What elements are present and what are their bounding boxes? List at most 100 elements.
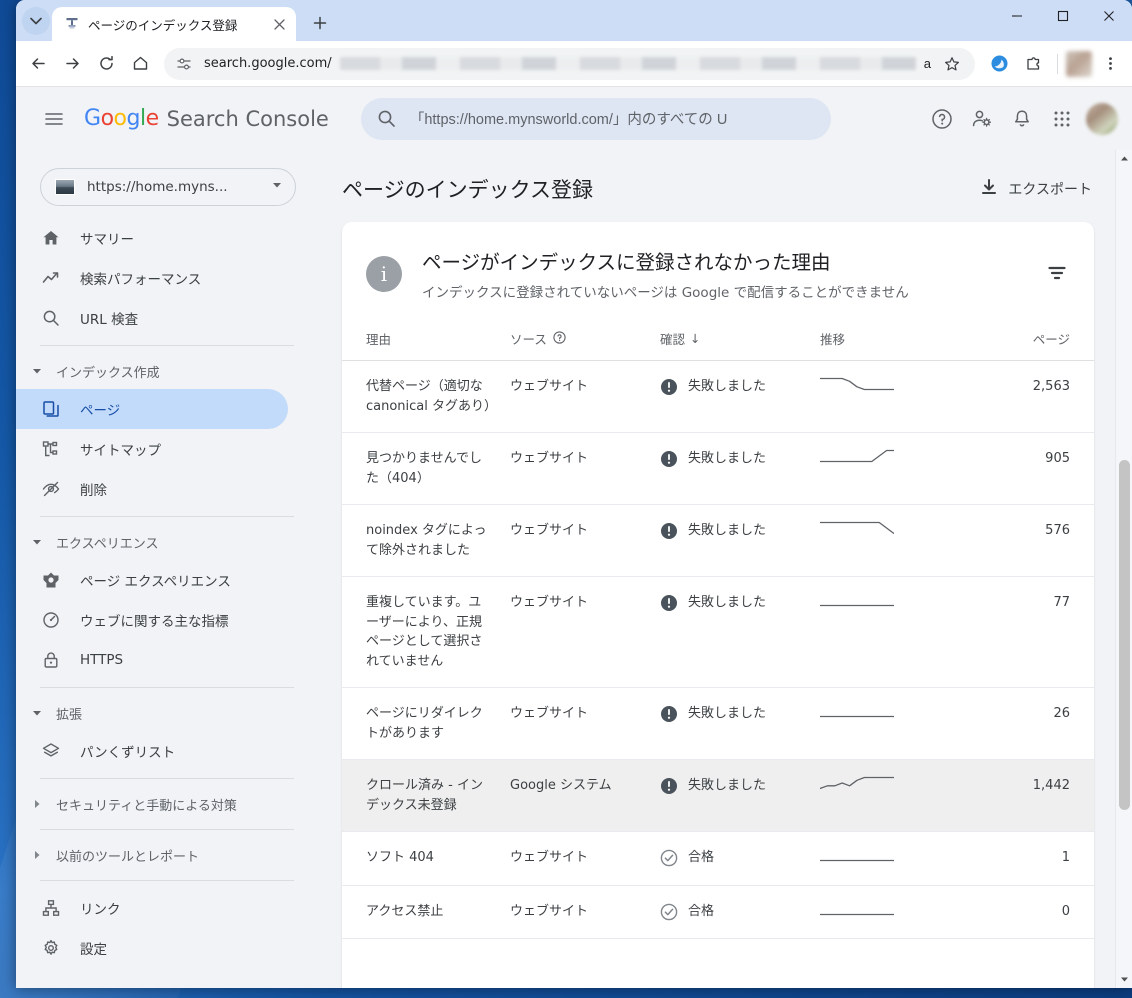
column-source[interactable]: ソース [502, 323, 652, 362]
cell-reason[interactable]: アクセス禁止 [342, 885, 502, 940]
column-reason[interactable]: 理由 [342, 323, 502, 362]
export-button[interactable]: エクスポート [980, 178, 1092, 200]
scroll-up-arrow[interactable] [1116, 150, 1132, 167]
column-pages[interactable]: ページ [962, 323, 1094, 362]
forward-icon[interactable] [56, 48, 88, 80]
chrome-menu-icon[interactable] [1094, 48, 1126, 80]
browser-toolbar: search.google.com/ a [16, 41, 1132, 87]
cell-reason[interactable]: クロール済み - インデックス未登録 [342, 759, 502, 833]
sidebar-item-links[interactable]: リンク [16, 888, 288, 928]
profile-avatar[interactable] [1086, 102, 1118, 135]
cell-reason[interactable]: noindex タグによって除外されました [342, 504, 502, 578]
cell-trend [812, 432, 962, 506]
scrollbar-thumb[interactable] [1119, 460, 1130, 810]
sidebar-divider [40, 880, 294, 881]
address-bar[interactable]: search.google.com/ a [164, 47, 975, 80]
table-row[interactable]: 代替ページ（適切な canonical タグあり） ウェブサイト 失敗しました 2,5… [342, 360, 1094, 434]
sidebar-item-pages[interactable]: ページ [16, 389, 288, 429]
fail-status-icon [661, 595, 677, 612]
sidebar-item-page-experience[interactable]: ページ エクスペリエンス [16, 560, 288, 600]
sidebar-item-core-web-vitals[interactable]: ウェブに関する主な指標 [16, 600, 288, 640]
sitemap-icon [40, 438, 62, 460]
minimize-button[interactable] [994, 0, 1040, 32]
sidebar-group-enhancements[interactable]: 拡張 [16, 695, 312, 731]
caret-down-icon [30, 364, 44, 378]
property-selector[interactable]: https://home.myns... [40, 168, 296, 206]
sidebar-group-experience[interactable]: エクスペリエンス [16, 524, 312, 560]
cell-source: ウェブサイト [502, 576, 652, 689]
scroll-down-arrow[interactable] [1116, 971, 1132, 988]
table-row[interactable]: noindex タグによって除外されました ウェブサイト 失敗しました 576 [342, 504, 1094, 578]
new-tab-button[interactable] [306, 9, 334, 37]
reload-icon[interactable] [90, 48, 122, 80]
sidebar-item-summary[interactable]: サマリー [16, 218, 288, 258]
chevron-down-icon[interactable] [271, 178, 283, 196]
close-window-button[interactable] [1086, 0, 1132, 32]
gear-icon [40, 937, 62, 959]
column-trend[interactable]: 推移 [812, 323, 962, 362]
sidebar-group-label: セキュリティと手動による対策 [56, 798, 237, 814]
help-circle-icon[interactable] [553, 331, 566, 347]
table-row[interactable]: ページにリダイレクトがあります ウェブサイト 失敗しました 26 [342, 687, 1094, 761]
table-row[interactable]: クロール済み - インデックス未登録 Google システム 失敗しました 1,442 [342, 759, 1094, 833]
sidebar-item-breadcrumbs[interactable]: パンくずリスト [16, 731, 288, 771]
trend-sparkline [819, 777, 895, 790]
cell-trend [812, 831, 962, 886]
sidebar-item-sitemaps[interactable]: サイトマップ [16, 429, 288, 469]
sidebar-group-indexing[interactable]: インデックス作成 [16, 353, 312, 389]
gsc-search-box[interactable]: 「https://home.mynsworld.com/」内のすべての U [360, 97, 831, 140]
cell-validation: 合格 [652, 885, 812, 940]
sidebar-item-label: パンくずリスト [80, 745, 176, 761]
browser-tab[interactable]: ページのインデックス登録 [52, 7, 296, 41]
close-icon[interactable] [270, 15, 288, 33]
cell-reason[interactable]: 代替ページ（適切な canonical タグあり） [342, 360, 502, 434]
sidebar-item-removals[interactable]: 削除 [16, 469, 288, 509]
cell-source: ウェブサイト [502, 885, 652, 940]
trend-sparkline [819, 522, 895, 535]
table-row[interactable]: 重複しています。ユーザーにより、正規ページとして選択されていません ウェブサイト 失… [342, 576, 1094, 689]
maximize-button[interactable] [1040, 0, 1086, 32]
extensions-puzzle-icon[interactable] [1017, 48, 1049, 80]
page-scrollbar[interactable] [1115, 150, 1132, 988]
back-icon[interactable] [22, 48, 54, 80]
cell-trend [812, 687, 962, 761]
profile-avatar-icon[interactable] [1066, 50, 1092, 77]
sidebar-item-search-performance[interactable]: 検索パフォーマンス [16, 258, 288, 298]
notifications-icon[interactable] [1002, 99, 1042, 139]
cell-pages: 26 [962, 687, 1094, 761]
table-row[interactable]: 見つかりませんでした（404） ウェブサイト 失敗しました 905 [342, 432, 1094, 506]
fail-status-icon [661, 379, 677, 396]
cell-reason[interactable]: 重複しています。ユーザーにより、正規ページとして選択されていません [342, 576, 502, 689]
bookmark-star-icon[interactable] [939, 51, 965, 77]
url-tail: a [923, 56, 931, 71]
cell-reason[interactable]: ページにリダイレクトがあります [342, 687, 502, 761]
tab-search-button[interactable] [22, 7, 50, 35]
pass-status-icon [660, 849, 678, 867]
brand[interactable]: Google Search Console [84, 106, 329, 131]
sidebar-group-legacy-tools[interactable]: 以前のツールとレポート [16, 837, 312, 873]
browser-window: ページのインデックス登録 search.google.com/ a Google… [16, 0, 1132, 988]
apps-grid-icon[interactable] [1042, 99, 1082, 139]
home-icon[interactable] [124, 48, 156, 80]
table-row[interactable]: ソフト 404 ウェブサイト 合格 1 [342, 831, 1094, 886]
lock-icon [40, 649, 62, 671]
cell-reason[interactable]: 見つかりませんでした（404） [342, 432, 502, 506]
cell-reason[interactable]: ソフト 404 [342, 831, 502, 886]
validation-label: 失敗しました [688, 595, 767, 611]
links-icon [40, 897, 62, 919]
sidebar-item-label: リンク [80, 902, 121, 918]
browser-assistant-icon[interactable] [983, 48, 1015, 80]
table-row[interactable]: アクセス禁止 ウェブサイト 合格 0 [342, 885, 1094, 940]
sidebar-item-settings[interactable]: 設定 [16, 928, 288, 968]
cell-validation: 失敗しました [652, 576, 812, 689]
sidebar-group-security[interactable]: セキュリティと手動による対策 [16, 786, 312, 822]
site-settings-icon[interactable] [172, 52, 196, 76]
filter-icon[interactable] [1042, 258, 1072, 288]
account-settings-icon[interactable] [962, 99, 1002, 139]
menu-hamburger-icon[interactable] [34, 99, 74, 139]
trend-sparkline [819, 860, 895, 862]
sidebar-item-https[interactable]: HTTPS [16, 640, 288, 680]
column-validation[interactable]: 確認 ↓ [652, 323, 812, 362]
sidebar-item-url-inspection[interactable]: URL 検査 [16, 298, 288, 338]
help-icon[interactable] [922, 99, 962, 139]
